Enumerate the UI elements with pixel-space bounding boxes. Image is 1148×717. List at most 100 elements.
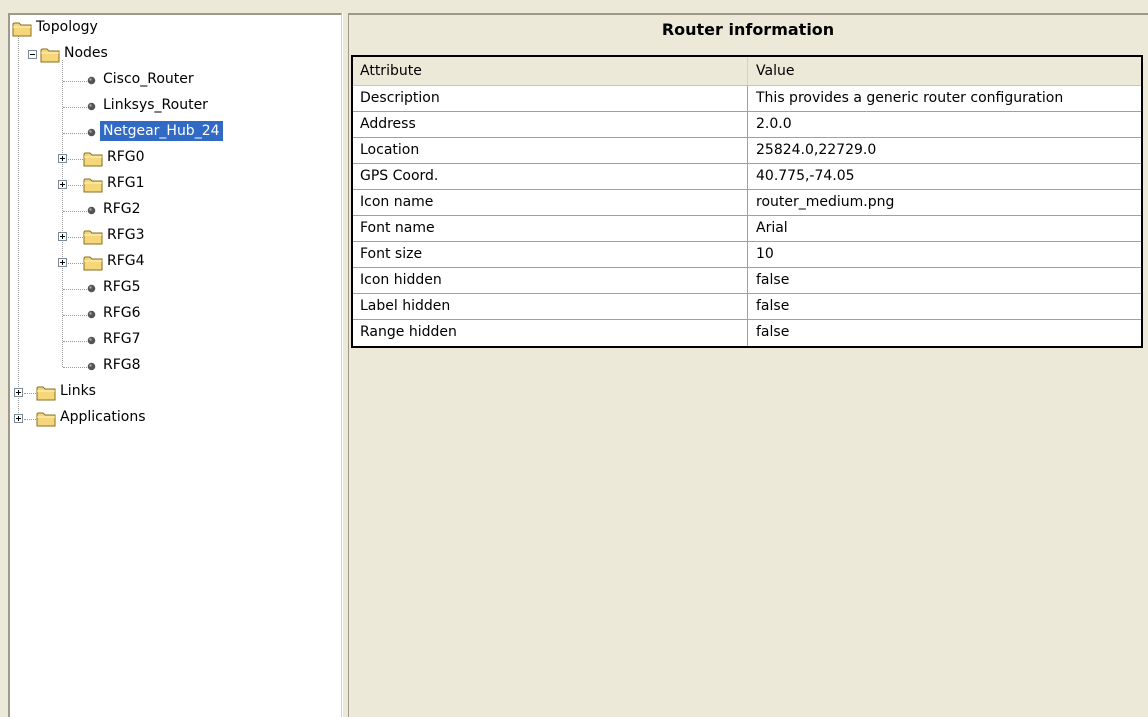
value-cell: false <box>756 272 790 288</box>
attribute-cell: Font size <box>353 242 748 267</box>
table-row[interactable]: Font name Arial <box>353 216 1141 242</box>
table-row[interactable]: GPS Coord. 40.775,-74.05 <box>353 164 1141 190</box>
expand-icon[interactable] <box>14 388 23 397</box>
tree-item-label: RFG7 <box>103 331 141 347</box>
attribute-cell: Font name <box>353 216 748 241</box>
table-row[interactable]: Range hidden false <box>353 320 1141 346</box>
value-cell: 25824.0,22729.0 <box>756 142 877 158</box>
tree-item-applications[interactable]: Applications <box>10 406 340 430</box>
column-header-attribute[interactable]: Attribute <box>353 57 748 85</box>
tree-guide-line <box>63 367 87 368</box>
tree-item-label: Applications <box>60 409 146 425</box>
tree-item-label: RFG1 <box>107 175 145 191</box>
tree-item-rfg5[interactable]: RFG5 <box>10 276 340 300</box>
tree-item-label: Cisco_Router <box>103 71 194 87</box>
expand-icon[interactable] <box>58 154 67 163</box>
tree-item-label: Linksys_Router <box>103 97 208 113</box>
attribute-cell: Icon name <box>353 190 748 215</box>
table-body: Description This provides a generic route… <box>353 86 1141 346</box>
tree-item-label: Topology <box>36 19 98 35</box>
tree-item-rfg4[interactable]: RFG4 <box>10 250 340 274</box>
table-header-row: Attribute Value <box>353 57 1141 86</box>
tree-guide-line <box>63 81 87 82</box>
value-cell: 2.0.0 <box>756 116 792 132</box>
tree-item-links[interactable]: Links <box>10 380 340 404</box>
tree-item-rfg8[interactable]: RFG8 <box>10 354 340 378</box>
folder-icon <box>83 177 104 193</box>
table-row[interactable]: Label hidden false <box>353 294 1141 320</box>
folder-icon <box>36 411 57 427</box>
value-cell: 10 <box>756 246 774 262</box>
tree-item-rfg0[interactable]: RFG0 <box>10 146 340 170</box>
value-cell: 40.775,-74.05 <box>756 168 855 184</box>
value-cell: false <box>756 298 790 314</box>
tree-item-label: RFG5 <box>103 279 141 295</box>
folder-icon <box>83 151 104 167</box>
tree-item-label: Links <box>60 383 96 399</box>
table-row[interactable]: Icon name router_medium.png <box>353 190 1141 216</box>
attribute-cell: Label hidden <box>353 294 748 319</box>
expand-icon[interactable] <box>14 414 23 423</box>
tree-item-label: RFG0 <box>107 149 145 165</box>
tree-guide-line <box>63 211 87 212</box>
app-window: Topology Nodes Cisco_Router Linksys_Router N… <box>0 0 1148 717</box>
tree-item-linksys-router[interactable]: Linksys_Router <box>10 94 340 118</box>
tree-item-label: Nodes <box>64 45 108 61</box>
attribute-cell: Description <box>353 86 748 111</box>
tree-guide-line <box>63 315 87 316</box>
expand-icon[interactable] <box>58 258 67 267</box>
table-row[interactable]: Description This provides a generic route… <box>353 86 1141 112</box>
node-bullet-icon <box>87 336 96 345</box>
column-header-value[interactable]: Value <box>749 57 1141 85</box>
tree-item-label: RFG2 <box>103 201 141 217</box>
table-row[interactable]: Font size 10 <box>353 242 1141 268</box>
attribute-cell: Icon hidden <box>353 268 748 293</box>
tree-guide-line <box>63 341 87 342</box>
attribute-cell: GPS Coord. <box>353 164 748 189</box>
folder-icon <box>40 47 61 63</box>
expand-icon[interactable] <box>58 232 67 241</box>
tree-item-rfg3[interactable]: RFG3 <box>10 224 340 248</box>
folder-icon <box>83 229 104 245</box>
tree-guide-line <box>63 133 87 134</box>
tree-item-netgear-hub-24[interactable]: Netgear_Hub_24 <box>10 120 340 144</box>
node-bullet-icon <box>87 284 96 293</box>
tree-item-label: RFG6 <box>103 305 141 321</box>
tree-item-rfg1[interactable]: RFG1 <box>10 172 340 196</box>
tree-guide-line <box>63 289 87 290</box>
node-bullet-icon <box>87 128 96 137</box>
tree-item-nodes[interactable]: Nodes <box>10 42 340 66</box>
folder-icon <box>83 255 104 271</box>
panel-title: Router information <box>661 20 835 39</box>
tree-item-cisco-router[interactable]: Cisco_Router <box>10 68 340 92</box>
router-info-panel: Router information Attribute Value Descr… <box>348 13 1148 717</box>
folder-icon <box>12 21 33 37</box>
topology-tree[interactable]: Topology Nodes Cisco_Router Linksys_Router N… <box>8 13 342 717</box>
table-row[interactable]: Location 25824.0,22729.0 <box>353 138 1141 164</box>
node-bullet-icon <box>87 102 96 111</box>
value-cell: This provides a generic router configura… <box>756 90 1064 106</box>
collapse-icon[interactable] <box>28 50 37 59</box>
attribute-cell: Range hidden <box>353 320 748 346</box>
expand-icon[interactable] <box>58 180 67 189</box>
table-row[interactable]: Icon hidden false <box>353 268 1141 294</box>
attribute-cell: Location <box>353 138 748 163</box>
table-row[interactable]: Address 2.0.0 <box>353 112 1141 138</box>
tree-guide-line <box>63 107 87 108</box>
folder-icon <box>36 385 57 401</box>
node-bullet-icon <box>87 76 96 85</box>
tree-item-topology[interactable]: Topology <box>10 16 340 40</box>
tree-item-rfg7[interactable]: RFG7 <box>10 328 340 352</box>
tree-item-label: Netgear_Hub_24 <box>100 121 223 141</box>
tree-item-label: RFG8 <box>103 357 141 373</box>
tree-item-rfg6[interactable]: RFG6 <box>10 302 340 326</box>
tree-item-rfg2[interactable]: RFG2 <box>10 198 340 222</box>
node-bullet-icon <box>87 206 96 215</box>
tree-guide-line <box>24 419 36 420</box>
node-bullet-icon <box>87 362 96 371</box>
attribute-cell: Address <box>353 112 748 137</box>
value-cell: router_medium.png <box>756 194 895 210</box>
value-cell: false <box>756 324 790 340</box>
tree-guide-line <box>24 393 36 394</box>
attribute-table: Attribute Value Description This provides… <box>351 55 1143 348</box>
